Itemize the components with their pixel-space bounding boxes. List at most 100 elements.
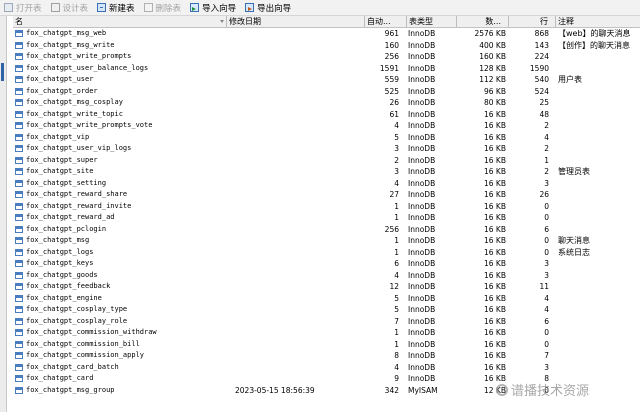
data-length: 16 KB [457, 132, 509, 144]
import-wizard-button[interactable]: 导入向导 [186, 0, 241, 15]
table-icon [15, 202, 23, 210]
column-header-rows[interactable]: 行 [509, 16, 556, 27]
column-header-table-type[interactable]: 表类型 [407, 16, 457, 27]
data-length-text: 16 KB [484, 190, 506, 199]
table-row[interactable]: fox_chatgpt_goods 4 InnoDB 16 KB 3 [13, 270, 640, 282]
table-row[interactable]: fox_chatgpt_feedback 12 InnoDB 16 KB 11 [13, 281, 640, 293]
open-table-button[interactable]: 打开表 [0, 0, 47, 15]
export-icon [245, 3, 255, 12]
column-header-auto-increment[interactable]: 自动... [365, 16, 407, 27]
table-row[interactable]: fox_chatgpt_reward_invite 1 InnoDB 16 KB 0 [13, 201, 640, 213]
table-row[interactable]: fox_chatgpt_logs 1 InnoDB 16 KB 0 系统日志 [13, 247, 640, 259]
table-row[interactable]: fox_chatgpt_cosplay_role 7 InnoDB 16 KB 6 [13, 316, 640, 328]
table-row[interactable]: fox_chatgpt_engine 5 InnoDB 16 KB 4 [13, 293, 640, 305]
data-length: 16 KB [457, 327, 509, 339]
table-row[interactable]: fox_chatgpt_msg_web 961 InnoDB 2576 KB 868 【w… [13, 28, 640, 40]
table-name: fox_chatgpt_cosplay_type [13, 304, 223, 316]
table-type-text: InnoDB [408, 213, 436, 222]
table-name: fox_chatgpt_goods [13, 270, 223, 282]
design-table-button[interactable]: 设计表 [47, 0, 94, 15]
auto-increment: 8 [365, 350, 401, 362]
table-type: InnoDB [407, 350, 457, 362]
table-list: 名 修改日期 自动... 表类型 数... 行 注释 fox_chatgpt_m… [13, 16, 640, 412]
new-table-button[interactable]: 新建表 [93, 0, 140, 15]
auto-increment-text: 525 [384, 86, 399, 96]
column-header-modified[interactable]: 修改日期 [227, 16, 365, 27]
table-row[interactable]: fox_chatgpt_cosplay_type 5 InnoDB 16 KB 4 [13, 304, 640, 316]
table-type: InnoDB [407, 258, 457, 270]
table-row[interactable]: fox_chatgpt_msg_write 160 InnoDB 400 KB 143 【… [13, 40, 640, 52]
table-row[interactable]: fox_chatgpt_super 2 InnoDB 16 KB 1 [13, 155, 640, 167]
row-count-text: 0 [544, 213, 549, 222]
data-length: 16 KB [457, 339, 509, 351]
design-table-icon [50, 3, 60, 12]
table-row[interactable]: fox_chatgpt_user 559 InnoDB 112 KB 540 用户表 [13, 74, 640, 86]
row-count: 868 [509, 28, 553, 40]
modified-date: 2023-05-15 18:56:39 [227, 385, 361, 397]
table-row[interactable]: fox_chatgpt_card_batch 4 InnoDB 16 KB 3 [13, 362, 640, 374]
table-row[interactable]: fox_chatgpt_user_vip_logs 3 InnoDB 16 KB 2 [13, 143, 640, 155]
table-row[interactable]: fox_chatgpt_commission_withdraw 1 InnoDB 16… [13, 327, 640, 339]
auto-increment: 12 [365, 281, 401, 293]
auto-increment: 256 [365, 224, 401, 236]
table-icon [15, 260, 23, 267]
column-header-data-length[interactable]: 数... [457, 16, 509, 27]
navigation-pane-edge[interactable] [0, 16, 7, 412]
row-count-text: 4 [544, 305, 549, 314]
table-row[interactable]: fox_chatgpt_write_prompts_vote 4 InnoDB 16 … [13, 120, 640, 132]
table-icon [15, 283, 23, 290]
table-row[interactable]: fox_chatgpt_reward_ad 1 InnoDB 16 KB 0 [13, 212, 640, 224]
table-row[interactable]: fox_chatgpt_write_prompts 256 InnoDB 160 KB… [13, 51, 640, 63]
table-name-text: fox_chatgpt_reward_ad [26, 213, 115, 221]
auto-increment: 5 [365, 132, 401, 144]
column-header-modified-label: 修改日期 [229, 17, 261, 26]
data-length-text: 16 KB [484, 293, 506, 303]
table-row[interactable]: fox_chatgpt_reward_share 27 InnoDB 16 KB 26 [13, 189, 640, 201]
modified-date [227, 235, 361, 247]
row-count-text: 0 [544, 236, 549, 245]
modified-date [227, 270, 361, 282]
auto-increment: 1 [365, 235, 401, 247]
table-row[interactable]: fox_chatgpt_pclogin 256 InnoDB 16 KB 6 [13, 224, 640, 236]
column-header-name[interactable]: 名 [13, 16, 227, 27]
table-row[interactable]: fox_chatgpt_msg 1 InnoDB 16 KB 0 聊天消息 [13, 235, 640, 247]
delete-table-icon [143, 3, 153, 12]
auto-increment: 61 [365, 109, 401, 121]
table-row[interactable]: fox_chatgpt_setting 4 InnoDB 16 KB 3 [13, 178, 640, 190]
table-type: InnoDB [407, 97, 457, 109]
auto-increment: 1 [365, 339, 401, 351]
table-name-text: fox_chatgpt_keys [26, 259, 94, 267]
table-row[interactable]: fox_chatgpt_commission_bill 1 InnoDB 16 KB 0 [13, 339, 640, 351]
table-row[interactable]: fox_chatgpt_write_topic 61 InnoDB 16 KB 48 [13, 109, 640, 121]
data-length-text: 16 KB [484, 224, 506, 234]
table-type: InnoDB [407, 304, 457, 316]
comment [556, 109, 640, 121]
table-icon [15, 294, 23, 302]
row-count: 2 [509, 120, 553, 132]
auto-increment-text: 559 [384, 75, 399, 84]
row-count: 0 [509, 212, 553, 224]
column-header-rows-label: 行 [540, 17, 548, 26]
column-header-comment[interactable]: 注释 [556, 16, 640, 27]
modified-date [227, 143, 361, 155]
table-row[interactable]: fox_chatgpt_order 525 InnoDB 96 KB 524 [13, 86, 640, 98]
table-type: InnoDB [407, 143, 457, 155]
table-row[interactable]: fox_chatgpt_vip 5 InnoDB 16 KB 4 [13, 132, 640, 144]
row-count-text: 6 [544, 316, 549, 326]
data-length: 16 KB [457, 350, 509, 362]
table-row[interactable]: fox_chatgpt_msg_cosplay 26 InnoDB 80 KB 25 [13, 97, 640, 109]
table-type: InnoDB [407, 109, 457, 121]
table-row[interactable]: fox_chatgpt_user_balance_logs 1591 InnoDB 1… [13, 63, 640, 75]
row-count-text: 3 [544, 362, 549, 372]
export-wizard-button[interactable]: 导出向导 [241, 0, 296, 15]
table-type: InnoDB [407, 178, 457, 190]
table-row[interactable]: fox_chatgpt_site 3 InnoDB 16 KB 2 管理员表 [13, 166, 640, 178]
delete-table-button[interactable]: 删除表 [140, 0, 187, 15]
table-row[interactable]: fox_chatgpt_keys 6 InnoDB 16 KB 3 [13, 258, 640, 270]
data-length-text: 16 KB [484, 339, 506, 349]
auto-increment-text: 5 [394, 132, 399, 142]
table-name: fox_chatgpt_card_batch [13, 362, 223, 374]
table-type: InnoDB [407, 327, 457, 339]
table-name: fox_chatgpt_write_prompts_vote [13, 120, 223, 132]
table-row[interactable]: fox_chatgpt_commission_apply 8 InnoDB 16 KB… [13, 350, 640, 362]
